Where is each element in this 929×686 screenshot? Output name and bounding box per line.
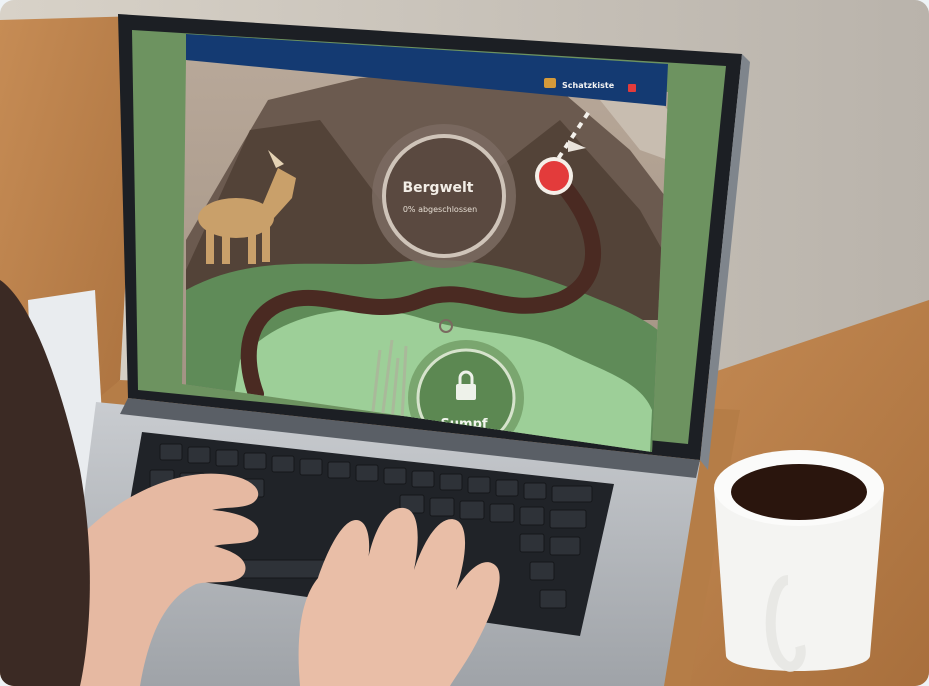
level-subtitle: 0% abgeschlossen	[403, 205, 477, 214]
laptop-screen: Bergwelt 0% abgeschlossen Sumpf Schatzki…	[132, 30, 726, 452]
photo-scene: Bergwelt 0% abgeschlossen Sumpf Schatzki…	[0, 0, 929, 686]
level-title: Bergwelt	[402, 180, 473, 196]
treasure-chest-icon	[544, 78, 556, 88]
level-button-bergwelt[interactable]: Bergwelt 0% abgeschlossen	[372, 124, 516, 268]
coffee-cup	[714, 450, 884, 672]
treasure-chest-label: Schatzkiste	[562, 81, 615, 90]
